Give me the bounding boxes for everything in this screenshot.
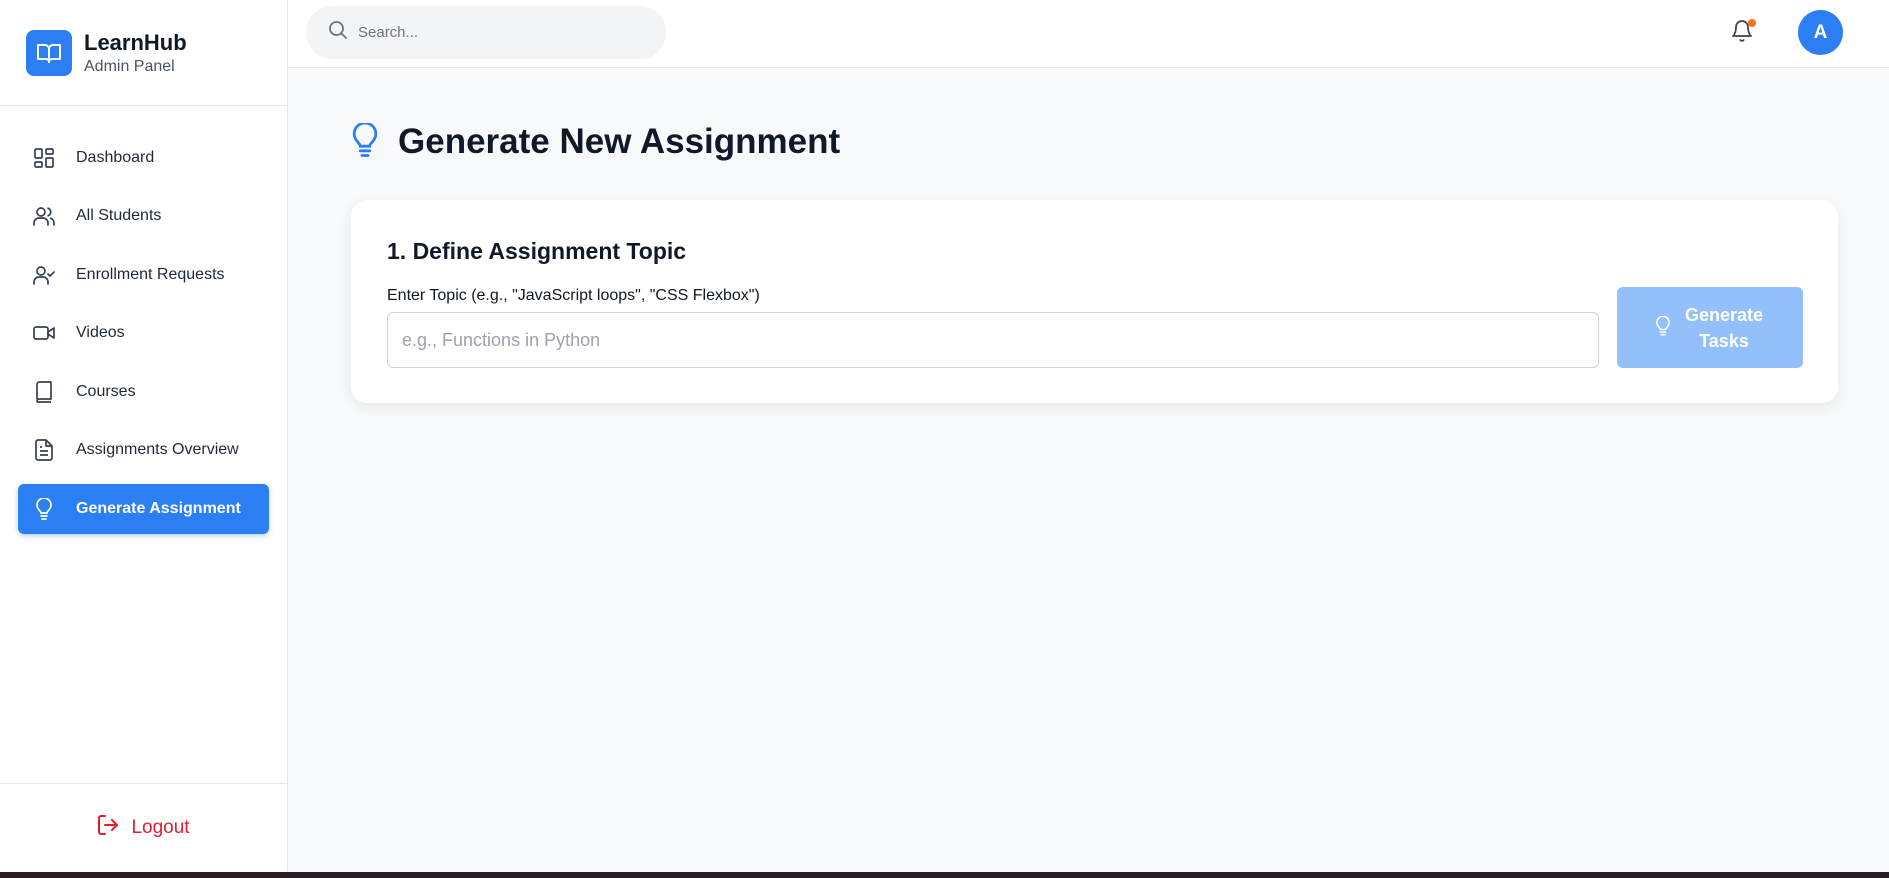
sidebar-item-enrollment-requests[interactable]: Enrollment Requests bbox=[18, 250, 269, 300]
app-root: LearnHub Admin Panel Dashboard All Stude… bbox=[0, 0, 1889, 878]
users-icon bbox=[32, 204, 56, 228]
sidebar-item-label: Dashboard bbox=[76, 149, 155, 166]
notifications-button[interactable] bbox=[1730, 18, 1758, 46]
search-bar[interactable] bbox=[306, 6, 666, 59]
logout-button[interactable]: Logout bbox=[97, 814, 190, 842]
book-open-icon bbox=[26, 29, 72, 76]
card-heading: 1. Define Assignment Topic bbox=[387, 238, 687, 264]
sidebar-item-videos[interactable]: Videos bbox=[18, 308, 269, 358]
sidebar-item-label: Assignments Overview bbox=[76, 441, 239, 458]
generate-tasks-button[interactable]: Generate Tasks bbox=[1617, 287, 1803, 368]
topbar: A bbox=[288, 0, 1889, 68]
search-input[interactable] bbox=[358, 24, 638, 41]
sidebar: LearnHub Admin Panel Dashboard All Stude… bbox=[0, 0, 288, 872]
brand-subtitle: Admin Panel bbox=[84, 57, 175, 75]
topic-input[interactable] bbox=[387, 312, 1599, 368]
sidebar-item-label: Generate Assignment bbox=[76, 500, 241, 517]
topic-field-label: Enter Topic (e.g., "JavaScript loops", "… bbox=[387, 287, 760, 304]
sidebar-item-dashboard[interactable]: Dashboard bbox=[18, 133, 269, 183]
brand-title: LearnHub bbox=[84, 29, 187, 55]
lightbulb-icon bbox=[352, 121, 378, 162]
logout-icon bbox=[97, 814, 119, 842]
page-title: Generate New Assignment bbox=[398, 122, 841, 161]
sidebar-footer: Logout bbox=[0, 783, 287, 872]
topic-card: 1. Define Assignment Topic Enter Topic (… bbox=[351, 200, 1838, 403]
dashboard-icon bbox=[32, 146, 56, 170]
video-icon bbox=[32, 321, 56, 345]
logout-label: Logout bbox=[131, 817, 190, 838]
sidebar-item-label: All Students bbox=[76, 207, 162, 224]
sidebar-item-label: Courses bbox=[76, 383, 136, 400]
sidebar-item-label: Enrollment Requests bbox=[76, 266, 225, 283]
sidebar-item-courses[interactable]: Courses bbox=[18, 367, 269, 417]
sidebar-item-assignments-overview[interactable]: Assignments Overview bbox=[18, 425, 269, 475]
lightbulb-icon bbox=[1656, 315, 1670, 339]
bell-icon bbox=[1730, 20, 1754, 48]
brand: LearnHub Admin Panel bbox=[0, 0, 287, 106]
generate-tasks-label: Generate Tasks bbox=[1684, 304, 1764, 351]
user-check-icon bbox=[32, 263, 56, 287]
sidebar-item-label: Videos bbox=[76, 324, 125, 341]
lightbulb-icon bbox=[32, 497, 56, 521]
sidebar-item-generate-assignment[interactable]: Generate Assignment bbox=[18, 484, 269, 534]
sidebar-item-all-students[interactable]: All Students bbox=[18, 191, 269, 241]
book-icon bbox=[32, 380, 56, 404]
file-text-icon bbox=[32, 438, 56, 462]
page-header: Generate New Assignment bbox=[352, 121, 841, 162]
window-bottom-edge bbox=[0, 872, 1889, 878]
avatar[interactable]: A bbox=[1798, 10, 1843, 55]
notification-badge bbox=[1748, 19, 1756, 27]
search-icon bbox=[328, 20, 348, 45]
